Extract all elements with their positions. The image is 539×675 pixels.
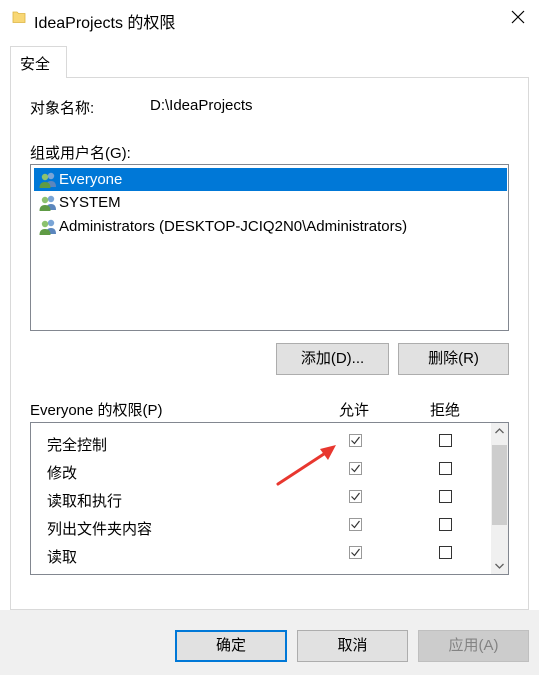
list-item-administrators[interactable]: Administrators (DESKTOP-JCIQ2N0\Administ… — [34, 215, 507, 238]
users-icon — [39, 219, 56, 235]
permission-row: 修改 — [31, 456, 489, 484]
list-item-label: Everyone — [59, 171, 123, 188]
deny-header: 拒绝 — [430, 402, 461, 419]
permission-name: 列出文件夹内容 — [47, 521, 153, 538]
allow-checkbox[interactable] — [349, 490, 362, 503]
allow-checkbox[interactable] — [349, 574, 362, 575]
deny-checkbox[interactable] — [439, 434, 452, 447]
permission-name: 读取和执行 — [47, 493, 123, 510]
permission-row: 读取和执行 — [31, 484, 489, 512]
permission-name: 读取 — [47, 549, 78, 566]
permission-name: 修改 — [47, 465, 78, 482]
allow-checkbox[interactable] — [349, 462, 362, 475]
ok-button[interactable]: 确定 — [175, 630, 287, 662]
deny-checkbox[interactable] — [439, 518, 452, 531]
deny-checkbox[interactable] — [439, 546, 452, 559]
permissions-scrollbar[interactable] — [491, 423, 508, 574]
scrollbar-thumb[interactable] — [492, 445, 507, 525]
object-name-label: 对象名称: — [30, 100, 95, 117]
permission-row: 完全控制 — [31, 428, 489, 456]
list-item-label: Administrators (DESKTOP-JCIQ2N0\Administ… — [59, 218, 408, 235]
add-button[interactable]: 添加(D)... — [276, 343, 389, 375]
permission-row-partial — [31, 568, 489, 575]
chevron-down-icon[interactable] — [491, 557, 508, 574]
checkmark-icon — [351, 548, 360, 557]
chevron-up-icon[interactable] — [491, 423, 508, 440]
cancel-button[interactable]: 取消 — [297, 630, 408, 662]
deny-checkbox[interactable] — [439, 574, 452, 575]
deny-checkbox[interactable] — [439, 462, 452, 475]
checkmark-icon — [351, 520, 360, 529]
annotation-arrow-icon — [276, 445, 336, 486]
list-item-everyone[interactable]: Everyone — [34, 168, 507, 191]
deny-checkbox[interactable] — [439, 490, 452, 503]
users-icon — [39, 195, 56, 211]
folder-icon — [12, 11, 26, 23]
permissions-label: Everyone 的权限(P) — [30, 402, 163, 419]
users-icon — [39, 172, 56, 188]
tab-security-label: 安全 — [20, 56, 51, 73]
permission-name: 完全控制 — [47, 437, 108, 454]
allow-checkbox[interactable] — [349, 518, 362, 531]
checkmark-icon — [351, 464, 360, 473]
title-bar: IdeaProjects 的权限 — [0, 0, 539, 38]
apply-button[interactable]: 应用(A) — [418, 630, 529, 662]
close-icon[interactable] — [503, 2, 533, 32]
permission-row: 列出文件夹内容 — [31, 512, 489, 540]
allow-header: 允许 — [339, 402, 370, 419]
list-item-label: SYSTEM — [59, 194, 121, 211]
list-item-system[interactable]: SYSTEM — [34, 191, 507, 214]
groups-listbox[interactable]: Everyone SYSTEM Administrators (DESKTOP-… — [30, 164, 509, 331]
permission-row: 读取 — [31, 540, 489, 568]
checkmark-icon — [351, 492, 360, 501]
groups-label: 组或用户名(G): — [30, 145, 131, 162]
tab-security[interactable]: 安全 — [10, 46, 67, 78]
object-name-value: D:\IdeaProjects — [150, 97, 253, 114]
allow-checkbox[interactable] — [349, 434, 362, 447]
window-title: IdeaProjects 的权限 — [34, 15, 176, 32]
allow-checkbox[interactable] — [349, 546, 362, 559]
remove-button[interactable]: 删除(R) — [398, 343, 509, 375]
checkmark-icon — [351, 436, 360, 445]
